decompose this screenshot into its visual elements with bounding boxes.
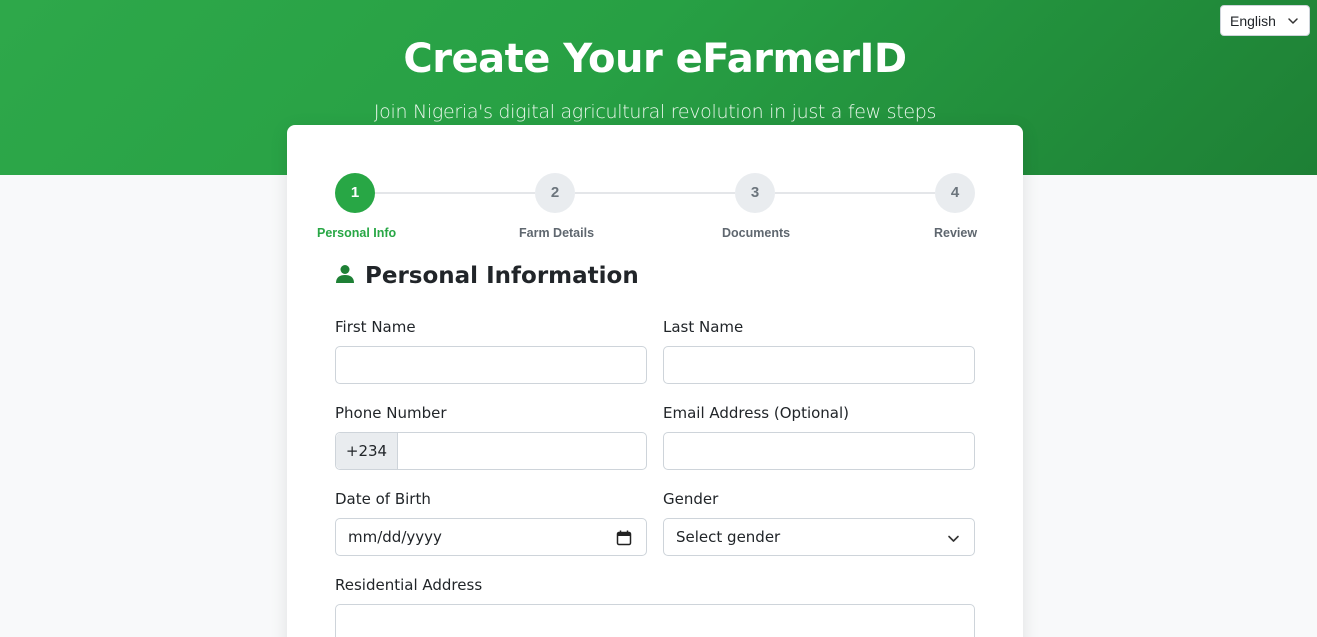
step-1-indicator[interactable]: 1 [335, 173, 375, 213]
step-3-indicator[interactable]: 3 [735, 173, 775, 213]
dob-label: Date of Birth [335, 490, 431, 508]
dob-input[interactable]: mm/dd/yyyy [335, 518, 647, 556]
gender-label: Gender [663, 490, 719, 508]
step-4-label: Review [934, 226, 978, 240]
email-input[interactable] [663, 432, 975, 470]
step-3-label: Documents [722, 226, 791, 240]
address-label: Residential Address [335, 576, 483, 594]
email-label: Email Address (Optional) [663, 404, 850, 422]
step-4-indicator[interactable]: 4 [935, 173, 975, 213]
first-name-label: First Name [335, 318, 416, 336]
step-1-label: Personal Info [317, 226, 397, 240]
section-title-text: Personal Information [365, 263, 639, 289]
language-select-value: English [1230, 13, 1276, 29]
last-name-input[interactable] [663, 346, 975, 384]
calendar-icon[interactable] [616, 530, 632, 546]
section-heading: Personal Information [335, 263, 639, 289]
gender-select-value: Select gender [676, 528, 781, 546]
gender-select[interactable]: Select gender [663, 518, 975, 556]
step-connector [575, 192, 735, 194]
step-2-indicator[interactable]: 2 [535, 173, 575, 213]
dob-placeholder: mm/dd/yyyy [348, 528, 442, 546]
step-connector [775, 192, 935, 194]
language-select[interactable]: English [1220, 5, 1310, 36]
person-icon [336, 265, 354, 283]
progress-stepper: 1 2 3 4 Personal Info Farm Details Docum… [287, 173, 1023, 253]
last-name-label: Last Name [663, 318, 744, 336]
address-textarea[interactable] [335, 604, 975, 637]
page-subtitle: Join Nigeria's digital agricultural revo… [373, 101, 937, 123]
page-title: Create Your eFarmerID [403, 36, 907, 82]
step-2-label: Farm Details [519, 226, 595, 240]
chevron-down-icon [948, 535, 959, 542]
registration-card: 1 2 3 4 Personal Info Farm Details Docum… [287, 125, 1023, 637]
chevron-down-icon [1288, 18, 1298, 24]
phone-input-group[interactable]: +234 [335, 432, 647, 470]
first-name-input[interactable] [335, 346, 647, 384]
phone-label: Phone Number [335, 404, 447, 422]
step-connector [375, 192, 535, 194]
phone-prefix: +234 [336, 433, 398, 469]
